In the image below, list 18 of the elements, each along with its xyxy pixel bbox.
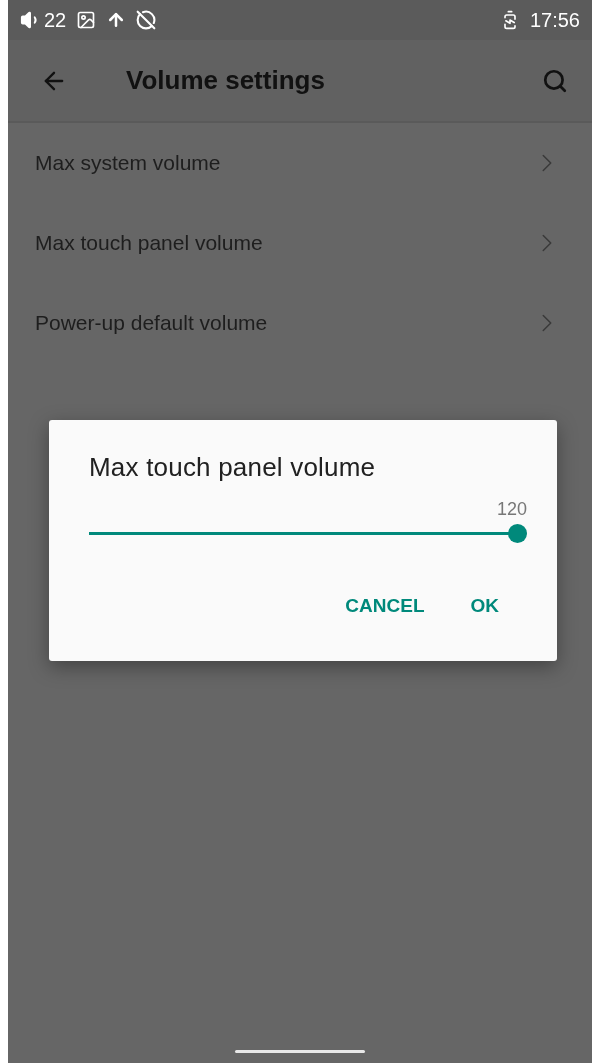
gesture-handle[interactable] [235, 1050, 365, 1053]
settings-item[interactable]: Power-up default volume [8, 283, 592, 363]
volume-level: 22 [44, 8, 67, 32]
image-icon [76, 10, 97, 30]
clock: 17:56 [529, 8, 580, 32]
dialog-title: Max touch panel volume [89, 452, 377, 483]
page-title: Volume settings [126, 65, 326, 96]
item-label: Max touch panel volume [35, 231, 264, 255]
circle-slash-icon [136, 10, 157, 30]
settings-item[interactable]: Max touch panel volume [8, 203, 592, 283]
item-label: Max system volume [35, 151, 222, 175]
item-label: Power-up default volume [35, 311, 269, 335]
search-icon [542, 67, 568, 94]
slider-value: 120 [496, 499, 527, 520]
dialog-button[interactable]: OK [462, 591, 507, 621]
dialog-button[interactable]: CANCEL [337, 591, 433, 621]
slider-thumb[interactable] [508, 524, 527, 543]
settings-item[interactable]: Max system volume [8, 123, 592, 203]
